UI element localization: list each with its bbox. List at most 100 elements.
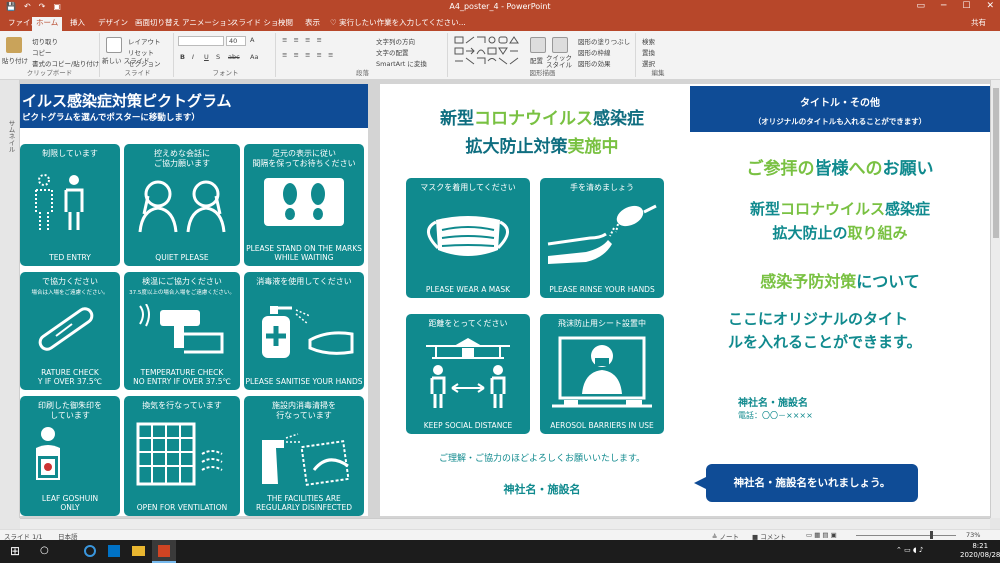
reset-button[interactable]: リセット bbox=[128, 47, 154, 57]
left-slide-subtitle: ピクトグラムを選んでポスターに移動します） bbox=[22, 113, 200, 123]
pictogram-social-distance[interactable]: 距離をとってください KEEP SOCIAL DISTANCE bbox=[406, 314, 530, 434]
vertical-scroll-thumb[interactable] bbox=[993, 88, 999, 238]
tile-label-en: RATURE CHECK Y IF OVER 37.5℃ bbox=[37, 368, 103, 386]
covid-title-line2[interactable]: 拡大防止の取り組み bbox=[690, 222, 990, 243]
tile-label-en: THE FACILITIES ARE REGULARLY DISINFECTED bbox=[255, 494, 353, 512]
system-tray-icons[interactable]: ⌃ ▭ ◖ ♪ bbox=[896, 546, 923, 554]
windows-taskbar: ⊞ ○ ⌃ ▭ ◖ ♪ 8:21 2020/08/28 bbox=[0, 540, 1000, 563]
tab-design[interactable]: デザイン bbox=[94, 17, 132, 31]
slide-canvas[interactable]: イルス感染症対策ピクトグラム ピクトグラムを選んでポスターに移動します） 制限し… bbox=[20, 80, 990, 518]
phone-placeholder[interactable]: 電話：〇〇－×××× bbox=[738, 410, 813, 421]
editing-group: 検索 置換 選択 編集 bbox=[638, 33, 678, 77]
ribbon-display-icon[interactable]: ▭ bbox=[916, 1, 925, 11]
grow-font-icon[interactable]: A bbox=[250, 36, 254, 44]
text-direction-button[interactable]: 文字列の方向 bbox=[376, 36, 415, 46]
request-title[interactable]: ご参拝の皆様へのお願い bbox=[690, 154, 990, 179]
pictogram-disinfected[interactable]: 施設内消毒清掃を 行なっています THE FACILITIES ARE REGU… bbox=[244, 396, 364, 516]
bold-button[interactable]: B bbox=[180, 53, 185, 61]
covid-title-line1[interactable]: 新型コロナウイルス感染症 bbox=[690, 198, 990, 219]
maximize-button[interactable]: ☐ bbox=[962, 1, 970, 11]
search-button[interactable]: ○ bbox=[40, 545, 49, 556]
tab-home[interactable]: ホーム bbox=[32, 17, 63, 31]
italic-button[interactable]: I bbox=[192, 53, 194, 61]
pictogram-sanitise-hands[interactable]: 消毒液を使用してください PLEASE SANITISE YOUR HANDS bbox=[244, 272, 364, 390]
font-size-field[interactable]: 40 bbox=[226, 36, 246, 46]
zoom-slider[interactable] bbox=[856, 535, 956, 536]
new-slide-icon[interactable] bbox=[106, 37, 122, 53]
drawing-label: 図形描画 bbox=[529, 69, 556, 77]
right-slide-header: タイトル・その他 （オリジナルのタイトルも入れることができます） bbox=[690, 86, 990, 132]
right-slide[interactable]: タイトル・その他 （オリジナルのタイトルも入れることができます） ご参拝の皆様へ… bbox=[690, 84, 990, 516]
left-slide[interactable]: イルス感染症対策ピクトグラム ピクトグラムを選んでポスターに移動します） 制限し… bbox=[20, 84, 368, 516]
view-buttons[interactable]: ▭ ▦ ▤ ▣ bbox=[806, 531, 837, 539]
ribbon: 貼り付け 切り取り コピー 書式のコピー/貼り付け クリップボード 新しい スラ… bbox=[0, 31, 1000, 80]
pictogram-leaf-goshuin[interactable]: 印刷した御朱印を しています LEAF GOSHUIN ONLY bbox=[20, 396, 120, 516]
tab-review[interactable]: 校閲 bbox=[274, 17, 297, 31]
outlook-icon[interactable] bbox=[108, 545, 120, 557]
align-text-button[interactable]: 文字の配置 bbox=[376, 47, 409, 57]
vertical-scrollbar[interactable] bbox=[990, 80, 1000, 518]
tab-insert[interactable]: 挿入 bbox=[66, 17, 89, 31]
pictogram-quiet-please[interactable]: 控えめな会話に ご協力願います QUIET PLEASE bbox=[124, 144, 240, 266]
font-name-field[interactable] bbox=[178, 36, 224, 46]
tab-view[interactable]: 表示 bbox=[301, 17, 324, 31]
start-button[interactable]: ⊞ bbox=[10, 544, 20, 558]
slides-group: 新しい スライド レイアウト リセット セクション スライド bbox=[102, 33, 174, 77]
facility-name-placeholder[interactable]: 神社名・施設名 bbox=[738, 394, 808, 409]
edge-icon[interactable] bbox=[84, 545, 96, 557]
zoom-slider-thumb[interactable] bbox=[930, 531, 933, 539]
tile-label-ja: 手を清めましょう bbox=[570, 183, 634, 192]
list-icons[interactable]: ≡ ≡ ≡ ≡ bbox=[282, 36, 324, 44]
prevention-title[interactable]: 感染予防対策について bbox=[690, 268, 990, 292]
minimize-button[interactable]: ─ bbox=[941, 1, 946, 11]
change-case-button[interactable]: Aa bbox=[250, 53, 258, 61]
shadow-button[interactable]: S bbox=[216, 53, 220, 61]
left-slide-header: イルス感染症対策ピクトグラム ピクトグラムを選んでポスターに移動します） bbox=[20, 84, 368, 128]
window-title: A4_poster_4 - PowerPoint bbox=[449, 2, 551, 11]
center-footer-message: ご理解・ご協力のほどよろしくお願いいたします。 bbox=[438, 454, 646, 464]
pictogram-rinse-hands[interactable]: 手を清めましょう PLEASE RINSE YOUR HANDS bbox=[540, 178, 664, 298]
arrange-icon[interactable] bbox=[530, 37, 546, 53]
pictogram-temperature-check[interactable]: 検温にご協力ください 37.5度以上の場合入場をご遠慮ください。 TEMPERA… bbox=[124, 272, 240, 390]
file-explorer-icon[interactable] bbox=[132, 546, 145, 556]
tile-label-ja: 換気を行なっています bbox=[142, 401, 222, 410]
align-icons[interactable]: ≡ ≡ ≡ ≡ ≡ bbox=[282, 51, 336, 59]
shape-gallery-icon[interactable] bbox=[454, 36, 522, 66]
paste-icon[interactable] bbox=[6, 37, 22, 53]
tile-label-ja: 検温にご協力ください bbox=[142, 277, 222, 286]
center-slide[interactable]: 新型コロナウイルス感染症 拡大防止対策実施中 マスクを着用してください PLEA… bbox=[380, 84, 704, 516]
horizontal-scrollbar[interactable] bbox=[20, 518, 990, 529]
pictogram-stand-on-marks[interactable]: 足元の表示に従い 間隔を保ってお待ちください PLEASE STAND ON T… bbox=[244, 144, 364, 266]
arrange-button[interactable]: 配置 bbox=[530, 55, 543, 65]
tile-label-en: KEEP SOCIAL DISTANCE bbox=[423, 421, 513, 430]
tell-me-input[interactable]: ♡ 実行したい作業を入力してください... bbox=[330, 17, 466, 28]
pictogram-limited-entry[interactable]: 制限しています TED ENTRY bbox=[20, 144, 120, 266]
close-button[interactable]: ✕ bbox=[986, 1, 994, 11]
pictogram-temperature-partial[interactable]: で協力ください 場合は入場をご遠慮ください。 RATURE CHECK Y IF… bbox=[20, 272, 120, 390]
thumbnail-pane[interactable]: サムネイル bbox=[0, 80, 20, 518]
cut-button[interactable]: 切り取り bbox=[32, 36, 58, 46]
shape-outline-button[interactable]: 図形の枠線 bbox=[578, 47, 611, 57]
underline-button[interactable]: U bbox=[204, 53, 209, 61]
quick-style-icon[interactable] bbox=[552, 37, 568, 53]
find-button[interactable]: 検索 bbox=[642, 36, 655, 46]
share-button[interactable]: 共有 bbox=[971, 17, 986, 28]
ribbon-tabs: ファイル ホーム 挿入 デザイン 画面切り替え アニメーション スライド ショー… bbox=[0, 15, 1000, 31]
replace-button[interactable]: 置換 bbox=[642, 47, 655, 57]
title-bar: 💾 ↶ ↷ ▣ A4_poster_4 - PowerPoint ▭ ─ ☐ ✕ bbox=[0, 0, 1000, 15]
copy-button[interactable]: コピー bbox=[32, 47, 52, 57]
tile-label-en: OPEN FOR VENTILATION bbox=[136, 503, 228, 512]
strikethrough-button[interactable]: abc bbox=[228, 53, 240, 61]
pictogram-wear-mask[interactable]: マスクを着用してください PLEASE WEAR A MASK bbox=[406, 178, 530, 298]
shape-fill-button[interactable]: 図形の塗りつぶし bbox=[578, 36, 630, 46]
clock[interactable]: 8:21 2020/08/28 bbox=[960, 542, 1000, 560]
paste-button[interactable]: 貼り付け bbox=[2, 55, 28, 65]
tile-label-en: AEROSOL BARRIERS IN USE bbox=[550, 421, 654, 430]
tile-label-ja: で協力ください bbox=[42, 277, 98, 286]
original-title-placeholder[interactable]: ここにオリジナルのタイト ルを入れることができます。 bbox=[728, 308, 922, 354]
tab-transitions[interactable]: 画面切り替え bbox=[131, 17, 184, 31]
pictogram-aerosol-barriers[interactable]: 飛沫防止用シート設置中 AEROSOL BARRIERS IN USE bbox=[540, 314, 664, 434]
pictogram-ventilation[interactable]: 換気を行なっています OPEN FOR VENTILATION bbox=[124, 396, 240, 516]
zoom-level[interactable]: 73% bbox=[966, 531, 980, 539]
layout-button[interactable]: レイアウト bbox=[128, 36, 161, 46]
